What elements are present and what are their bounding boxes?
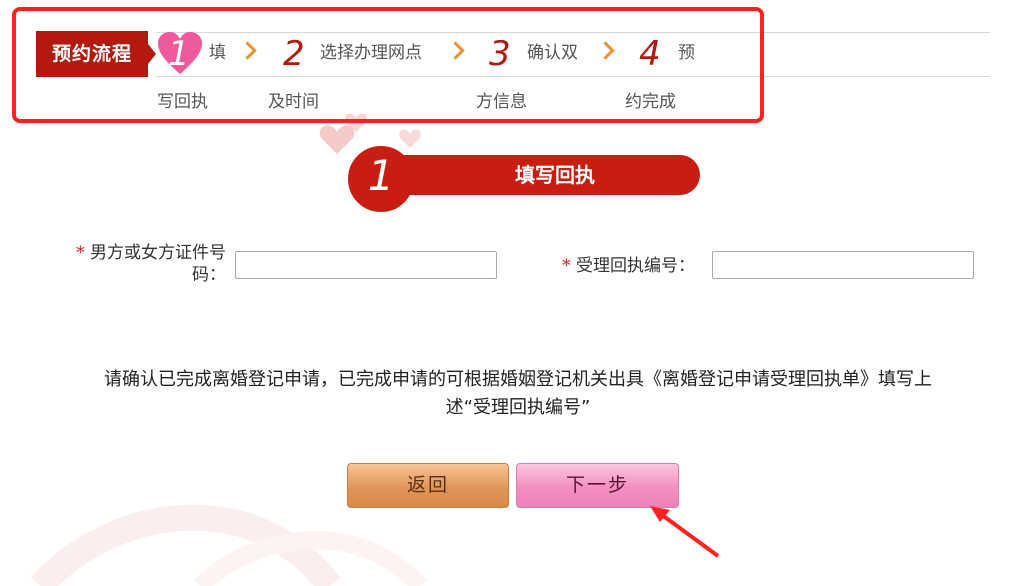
annotation-arrow-icon: [650, 506, 720, 558]
required-mark: *: [562, 256, 571, 276]
notice-line2: 述“受理回执编号”: [445, 397, 591, 418]
notice-line1: 请确认已完成离婚登记申请，已完成申请的可根据婚姻登记机关出具《离婚登记申请受理回…: [104, 369, 932, 390]
section-title: 填写回执: [515, 163, 595, 187]
required-mark: *: [76, 243, 85, 263]
notice-text: 请确认已完成离婚登记申请，已完成申请的可根据婚姻登记机关出具《离婚登记申请受理回…: [30, 366, 1006, 422]
id-number-label: * 男方或女方证件号 码：: [40, 242, 226, 286]
id-number-label-line2: 码：: [192, 265, 226, 285]
id-number-input[interactable]: [235, 251, 497, 279]
receipt-number-label-text: 受理回执编号：: [576, 256, 695, 276]
id-number-label-line1: 男方或女方证件号: [90, 243, 226, 263]
receipt-number-input[interactable]: [712, 251, 974, 279]
annotation-highlight-box: [12, 7, 764, 123]
receipt-number-label: * 受理回执编号：: [535, 255, 695, 277]
section-number: 1: [367, 151, 395, 200]
back-button[interactable]: 返回: [347, 463, 509, 508]
